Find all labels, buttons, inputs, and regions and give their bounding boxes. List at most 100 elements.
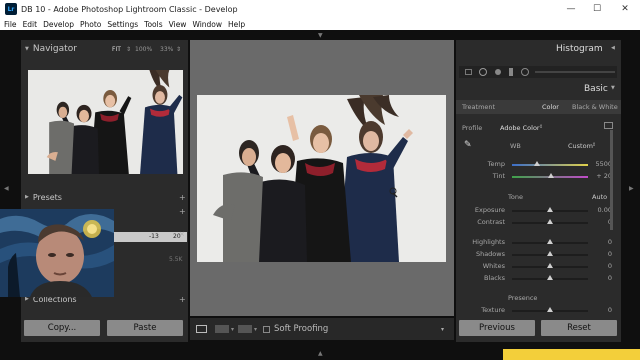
taskbar-highlight <box>503 349 640 360</box>
spot-removal-icon[interactable] <box>479 68 487 76</box>
contrast-slider-track[interactable] <box>512 219 588 224</box>
brush-strip[interactable] <box>535 71 615 73</box>
history-highlighted-row[interactable]: -13 20 <box>109 232 187 242</box>
profile-browser-icon[interactable] <box>604 122 613 129</box>
shadows-slider-row[interactable]: Shadows 0 <box>456 250 621 260</box>
menu-file[interactable]: File <box>4 20 17 29</box>
temp-slider-row[interactable]: Temp 5500 <box>456 160 621 170</box>
maximize-button[interactable]: ☐ <box>584 0 610 18</box>
copy-button[interactable]: Copy... <box>24 320 100 336</box>
contrast-label: Contrast <box>477 218 505 226</box>
whites-value[interactable]: 0 <box>608 262 612 270</box>
treatment-label: Treatment <box>462 103 496 111</box>
crop-tool-icon[interactable] <box>465 69 472 75</box>
zoom-fit[interactable]: FIT <box>112 46 121 53</box>
menu-settings[interactable]: Settings <box>107 20 138 29</box>
menu-develop[interactable]: Develop <box>43 20 74 29</box>
menu-edit[interactable]: Edit <box>23 20 38 29</box>
red-eye-icon[interactable] <box>495 69 501 75</box>
view-dropdown-icon[interactable]: ▾ <box>231 326 234 333</box>
loupe-view-icon[interactable] <box>196 325 207 333</box>
top-panel-toggle-icon[interactable]: ▼ <box>318 32 323 39</box>
texture-slider-row[interactable]: Texture 0 <box>456 306 621 316</box>
blacks-slider-row[interactable]: Blacks 0 <box>456 274 621 284</box>
graduated-filter-icon[interactable] <box>509 68 513 76</box>
exposure-slider-row[interactable]: Exposure 0.00 <box>456 206 621 216</box>
contrast-slider-thumb[interactable] <box>547 219 553 224</box>
contrast-slider-row[interactable]: Contrast 0 <box>456 218 621 228</box>
whites-slider-row[interactable]: Whites 0 <box>456 262 621 272</box>
temp-slider-thumb[interactable] <box>534 161 540 166</box>
clear-history-icon[interactable]: × <box>179 230 185 238</box>
menu-window[interactable]: Window <box>192 20 222 29</box>
navigator-header[interactable]: ▼ Navigator FIT ⇕ 100% 33% ⇕ <box>21 42 188 56</box>
tone-auto-button[interactable]: Auto <box>592 193 607 201</box>
radial-filter-icon[interactable] <box>521 68 529 76</box>
tint-slider-track[interactable] <box>512 173 588 178</box>
menu-help[interactable]: Help <box>228 20 245 29</box>
before-after-view-icon[interactable] <box>215 325 229 333</box>
presets-header[interactable]: ▶ Presets + <box>21 190 188 204</box>
blacks-slider-track[interactable] <box>512 275 588 280</box>
zoom-menu-icon[interactable]: ⇕ <box>176 46 181 53</box>
tint-slider-row[interactable]: Tint + 20 <box>456 172 621 182</box>
add-collection-icon[interactable]: + <box>179 295 186 304</box>
histogram-collapse-icon[interactable]: ◀ <box>611 45 615 51</box>
right-panel-scrollbar[interactable] <box>610 130 613 230</box>
texture-slider-track[interactable] <box>512 307 588 312</box>
swap-settings-icon[interactable] <box>238 325 253 333</box>
add-preset-icon[interactable]: + <box>179 193 186 202</box>
zoom-100[interactable]: 100% <box>135 46 152 53</box>
main-photo[interactable] <box>197 95 446 262</box>
add-snapshot-icon[interactable]: + <box>179 207 186 216</box>
highlights-slider-row[interactable]: Highlights 0 <box>456 238 621 248</box>
right-panel: Histogram ◀ Basic ▼ Treatment Color Blac… <box>456 40 621 342</box>
profile-dropdown-icon[interactable]: ⇕ <box>539 124 543 130</box>
basic-collapse-icon[interactable]: ▼ <box>611 85 615 91</box>
previous-button[interactable]: Previous <box>459 320 535 336</box>
texture-value[interactable]: 0 <box>608 306 612 314</box>
swap-dropdown-icon[interactable]: ▾ <box>254 326 257 333</box>
collapse-triangle-icon: ▼ <box>25 46 29 52</box>
menu-tools[interactable]: Tools <box>144 20 162 29</box>
menu-photo[interactable]: Photo <box>80 20 101 29</box>
navigator-preview[interactable] <box>28 70 183 174</box>
bottom-panel-toggle-icon[interactable]: ▲ <box>318 350 323 357</box>
shadows-slider-thumb[interactable] <box>547 251 553 256</box>
blacks-value[interactable]: 0 <box>608 274 612 282</box>
treatment-color[interactable]: Color <box>542 103 559 111</box>
left-panel-toggle-icon[interactable]: ◀ <box>4 185 9 192</box>
shadows-slider-track[interactable] <box>512 251 588 256</box>
toolbar-menu-icon[interactable]: ▾ <box>441 326 444 333</box>
highlights-slider-thumb[interactable] <box>547 239 553 244</box>
wb-dropdown-icon[interactable]: ⇕ <box>592 142 596 148</box>
highlights-slider-track[interactable] <box>512 239 588 244</box>
reset-button[interactable]: Reset <box>541 320 617 336</box>
exposure-slider-track[interactable] <box>512 207 588 212</box>
whites-slider-track[interactable] <box>512 263 588 268</box>
tint-slider-thumb[interactable] <box>548 173 554 178</box>
soft-proofing-checkbox[interactable] <box>263 325 271 333</box>
history-value-3: 5.5K <box>169 256 183 263</box>
wb-value[interactable]: Custom <box>568 142 593 150</box>
shadows-value[interactable]: 0 <box>608 250 612 258</box>
menu-bar: File Edit Develop Photo Settings Tools V… <box>0 18 640 30</box>
right-panel-toggle-icon[interactable]: ▶ <box>629 185 634 192</box>
zoom-33[interactable]: 33% <box>160 46 173 53</box>
highlights-value[interactable]: 0 <box>608 238 612 246</box>
exposure-slider-thumb[interactable] <box>547 207 553 212</box>
lightroom-app-icon: Lr <box>5 3 17 15</box>
menu-view[interactable]: View <box>169 20 187 29</box>
paste-button[interactable]: Paste <box>107 320 183 336</box>
blacks-slider-thumb[interactable] <box>547 275 553 280</box>
texture-slider-thumb[interactable] <box>547 307 553 312</box>
whites-slider-thumb[interactable] <box>547 263 553 268</box>
profile-value[interactable]: Adobe Color <box>500 124 540 132</box>
window-title: DB 10 - Adobe Photoshop Lightroom Classi… <box>21 4 238 14</box>
minimize-button[interactable]: — <box>558 0 584 18</box>
eyedropper-icon[interactable]: ✎ <box>464 140 472 150</box>
basic-title: Basic <box>584 84 608 94</box>
close-button[interactable]: ✕ <box>612 0 638 18</box>
temp-slider-track[interactable] <box>512 161 588 166</box>
treatment-black-white[interactable]: Black & White <box>572 103 618 111</box>
